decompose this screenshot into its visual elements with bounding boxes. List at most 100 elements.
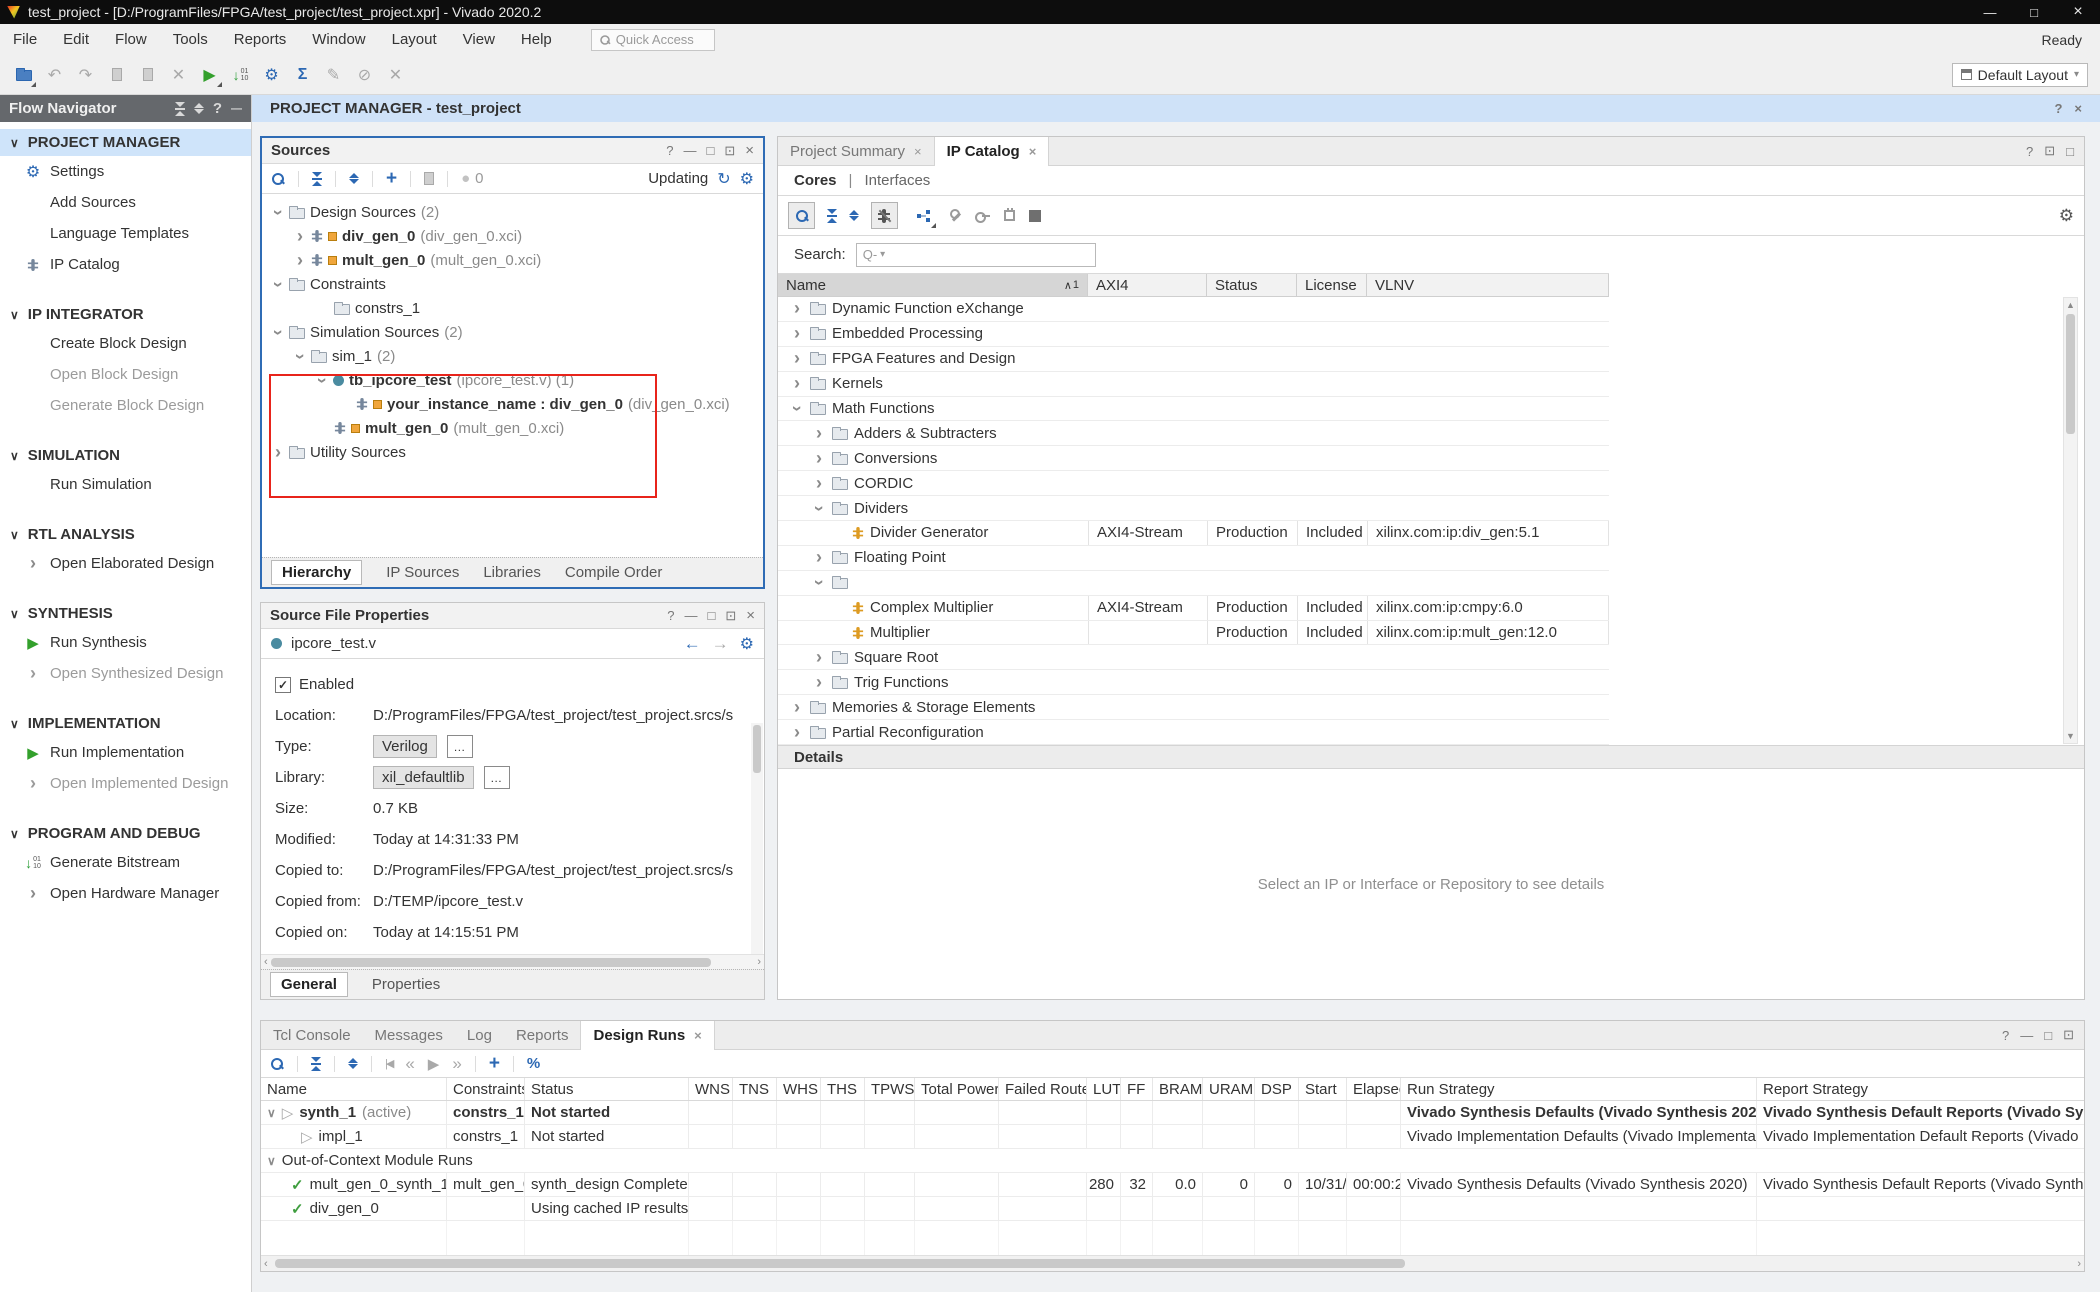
sidebar-item-settings[interactable]: Settings <box>0 156 251 187</box>
sidebar-item-run-synthesis[interactable]: Run Synthesis <box>0 627 251 658</box>
chevron-down-icon[interactable] <box>268 206 289 218</box>
sidebar-section-synthesis[interactable]: SYNTHESIS <box>0 600 251 627</box>
chevron-right-icon[interactable] <box>812 672 826 693</box>
column-name[interactable]: Name <box>261 1078 447 1100</box>
tab-messages[interactable]: Messages <box>363 1021 455 1049</box>
undo-button[interactable] <box>41 61 68 88</box>
chevron-right-icon[interactable] <box>272 442 284 463</box>
tab-properties[interactable]: Properties <box>372 976 440 993</box>
catalog-category-row[interactable]: CORDIC <box>778 471 1609 496</box>
chevron-right-icon[interactable] <box>790 323 804 344</box>
chevron-down-icon[interactable] <box>267 1154 276 1168</box>
window-close-button[interactable] <box>2056 3 2100 21</box>
search-icon[interactable] <box>270 1057 284 1071</box>
open-file-icon[interactable] <box>424 172 434 185</box>
menu-view[interactable]: View <box>450 31 508 48</box>
horizontal-scrollbar[interactable]: ‹› <box>261 1255 2084 1271</box>
maximize-icon[interactable] <box>2066 144 2074 159</box>
catalog-ip-row[interactable]: Complex MultiplierAXI4-StreamProductionI… <box>778 596 1609 621</box>
open-project-button[interactable] <box>10 61 37 88</box>
markup-button[interactable] <box>320 61 347 88</box>
menu-window[interactable]: Window <box>299 31 378 48</box>
sidebar-item-create-block-design[interactable]: Create Block Design <box>0 328 251 359</box>
column-dsp[interactable]: DSP <box>1255 1078 1299 1100</box>
column-tns[interactable]: TNS <box>733 1078 777 1100</box>
menu-edit[interactable]: Edit <box>50 31 102 48</box>
run-group-out-of-context[interactable]: Out-of-Context Module Runs <box>261 1149 2084 1173</box>
refresh-icon[interactable] <box>717 169 730 189</box>
catalog-category-row[interactable]: Dividers <box>778 496 1609 521</box>
tab-ip-catalog[interactable]: IP Catalog <box>934 137 1050 166</box>
collapse-all-icon[interactable] <box>175 102 185 116</box>
column-total-power[interactable]: Total Power <box>915 1078 999 1100</box>
sidebar-item-add-sources[interactable]: Add Sources <box>0 187 251 218</box>
help-icon[interactable] <box>213 100 222 117</box>
add-sources-icon[interactable] <box>386 168 397 190</box>
help-icon[interactable] <box>2026 144 2033 159</box>
sidebar-section-rtl-analysis[interactable]: RTL ANALYSIS <box>0 521 251 548</box>
catalog-category-row[interactable]: Square Root <box>778 645 1609 670</box>
run-row-synth-1[interactable]: synth_1(active) constrs_1 Not started Vi… <box>261 1101 2084 1125</box>
chevron-right-icon[interactable] <box>790 298 804 319</box>
sidebar-section-simulation[interactable]: SIMULATION <box>0 442 251 469</box>
close-view-icon[interactable] <box>2074 101 2082 116</box>
catalog-category-row[interactable]: Memories & Storage Elements <box>778 695 1609 720</box>
chevron-right-icon[interactable] <box>812 647 826 668</box>
chip-icon[interactable] <box>1004 210 1015 221</box>
redo-button[interactable] <box>72 61 99 88</box>
search-icon[interactable] <box>271 172 285 186</box>
float-icon[interactable] <box>724 143 735 159</box>
chevron-down-icon[interactable] <box>809 576 830 590</box>
library-edit-button[interactable]: … <box>484 766 510 789</box>
tab-libraries[interactable]: Libraries <box>483 564 541 581</box>
group-by-hierarchy-button[interactable] <box>910 202 937 229</box>
float-icon[interactable] <box>2044 143 2055 159</box>
column-lut[interactable]: LUT <box>1087 1078 1121 1100</box>
search-toggle-button[interactable] <box>788 202 815 229</box>
menu-file[interactable]: File <box>0 31 50 48</box>
column-uram[interactable]: URAM <box>1203 1078 1255 1100</box>
tree-item-sim-1[interactable]: sim_1(2) <box>262 344 763 368</box>
back-icon[interactable] <box>684 634 701 654</box>
tab-project-summary[interactable]: Project Summary <box>778 137 934 165</box>
close-icon[interactable] <box>746 607 755 624</box>
maximize-icon[interactable] <box>706 143 714 158</box>
window-maximize-button[interactable] <box>2012 5 2056 20</box>
sidebar-section-ip-integrator[interactable]: IP INTEGRATOR <box>0 301 251 328</box>
column-ff[interactable]: FF <box>1121 1078 1153 1100</box>
expand-all-icon[interactable] <box>194 103 204 114</box>
minimize-icon[interactable] <box>2020 1028 2033 1043</box>
report-summary-button[interactable] <box>289 61 316 88</box>
layout-selector[interactable]: Default Layout <box>1952 63 2088 87</box>
go-first-icon[interactable] <box>385 1057 392 1070</box>
expand-all-icon[interactable] <box>849 210 859 221</box>
create-run-icon[interactable] <box>489 1053 500 1075</box>
float-icon[interactable] <box>2063 1027 2074 1043</box>
float-icon[interactable] <box>725 608 736 624</box>
chevron-down-icon[interactable] <box>312 374 333 386</box>
sidebar-section-implementation[interactable]: IMPLEMENTATION <box>0 710 251 737</box>
menu-reports[interactable]: Reports <box>221 31 300 48</box>
close-icon[interactable] <box>745 142 754 159</box>
menu-layout[interactable]: Layout <box>379 31 450 48</box>
tab-ip-sources[interactable]: IP Sources <box>386 564 459 581</box>
forward-icon[interactable] <box>712 634 729 654</box>
menu-help[interactable]: Help <box>508 31 565 48</box>
percent-icon[interactable] <box>527 1055 540 1072</box>
chevron-down-icon[interactable] <box>268 278 289 290</box>
collapse-all-icon[interactable] <box>312 172 322 186</box>
expand-all-icon[interactable] <box>348 1058 358 1069</box>
tree-item-design-sources[interactable]: Design Sources(2) <box>262 200 763 224</box>
run-row-impl-1[interactable]: impl_1 constrs_1 Not started Vivado Impl… <box>261 1125 2084 1149</box>
enabled-checkbox[interactable] <box>275 677 291 693</box>
chevron-down-icon[interactable] <box>787 402 808 416</box>
column-axi4[interactable]: AXI4 <box>1088 274 1207 296</box>
sidebar-item-language-templates[interactable]: Language Templates <box>0 218 251 249</box>
chevron-right-icon[interactable] <box>812 423 826 444</box>
chevron-down-icon[interactable] <box>809 501 830 515</box>
tree-item-mult-gen-0[interactable]: mult_gen_0(mult_gen_0.xci) <box>262 248 763 272</box>
help-icon[interactable] <box>2054 101 2062 116</box>
column-status[interactable]: Status <box>525 1078 689 1100</box>
tab-compile-order[interactable]: Compile Order <box>565 564 663 581</box>
settings-button[interactable] <box>258 61 285 88</box>
